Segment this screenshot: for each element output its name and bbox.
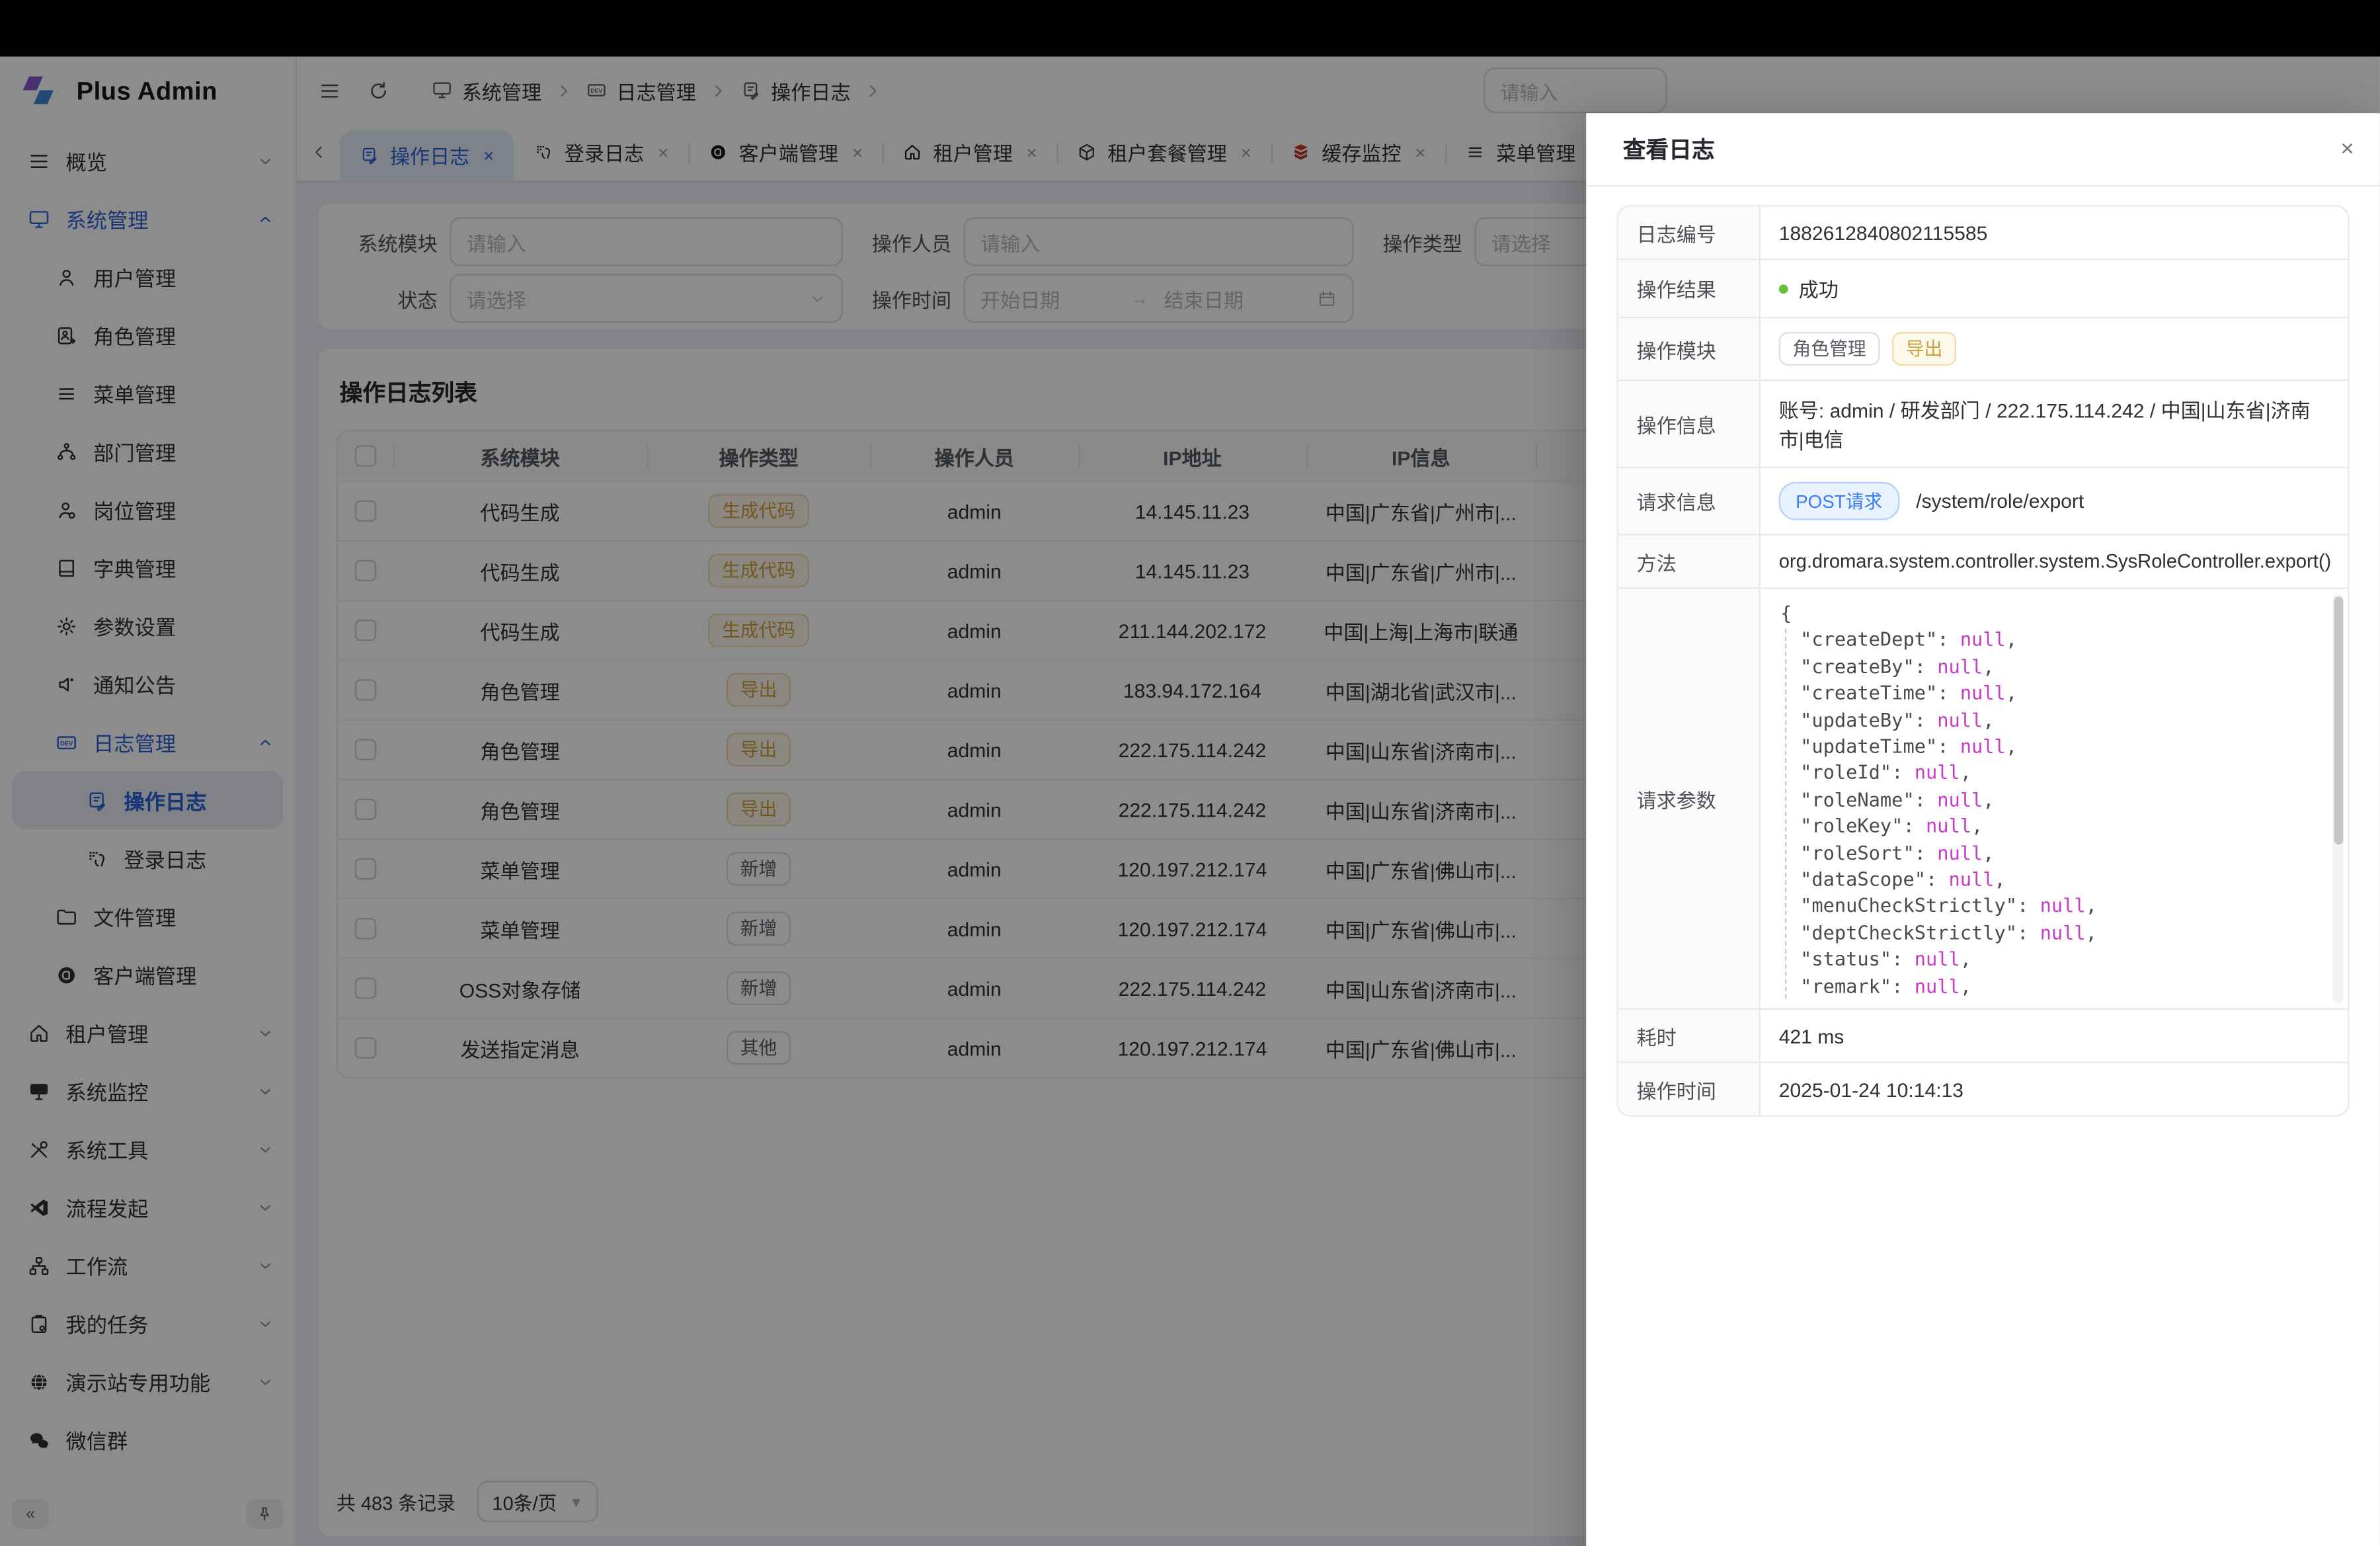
app: Plus Admin 概览 系统管理 (0, 57, 2380, 1546)
drawer-close-icon[interactable]: × (2340, 138, 2354, 161)
drawer-header: 查看日志 × (1586, 113, 2380, 186)
detail-label: 操作结果 (1618, 260, 1761, 317)
result-value: 成功 (1799, 274, 1839, 303)
window-top-bar (0, 0, 2380, 57)
json-code: {"createDept": null,"createBy": null,"cr… (1780, 600, 2326, 999)
code-scrollbar-thumb[interactable] (2333, 596, 2342, 844)
log-detail-table: 日志编号 1882612840802115585 操作结果 成功 操作模块 角色… (1616, 205, 2349, 1117)
detail-label: 请求信息 (1618, 468, 1761, 534)
detail-label: 操作时间 (1618, 1063, 1761, 1116)
operation-info-value: 账号: admin / 研发部门 / 222.175.114.242 / 中国|… (1761, 381, 2348, 467)
detail-label: 耗时 (1618, 1010, 1761, 1062)
detail-label: 操作信息 (1618, 381, 1761, 467)
request-params-code: {"createDept": null,"createBy": null,"cr… (1761, 589, 2348, 1008)
duration-value: 421 ms (1761, 1010, 2348, 1062)
screen: Plus Admin 概览 系统管理 (0, 0, 2380, 1546)
code-scrollbar-track (2332, 594, 2343, 1004)
post-method-badge: POST请求 (1779, 482, 1899, 520)
detail-label: 方法 (1618, 536, 1761, 588)
operation-type-badge: 导出 (1892, 332, 1956, 366)
log-id-value: 1882612840802115585 (1761, 206, 2348, 259)
request-path-value: /system/role/export (1916, 489, 2084, 512)
detail-label: 操作模块 (1618, 318, 1761, 380)
detail-label: 日志编号 (1618, 206, 1761, 259)
success-dot (1779, 284, 1788, 293)
detail-label: 请求参数 (1618, 589, 1761, 1008)
operation-time-value: 2025-01-24 10:14:13 (1761, 1063, 2348, 1116)
view-log-drawer: 查看日志 × 日志编号 1882612840802115585 操作结果 成功 … (1586, 113, 2380, 1546)
drawer-title: 查看日志 (1623, 133, 1715, 165)
module-badge: 角色管理 (1779, 332, 1880, 366)
method-value: org.dromara.system.controller.system.Sys… (1761, 536, 2350, 588)
indent-guide (1785, 629, 1786, 999)
